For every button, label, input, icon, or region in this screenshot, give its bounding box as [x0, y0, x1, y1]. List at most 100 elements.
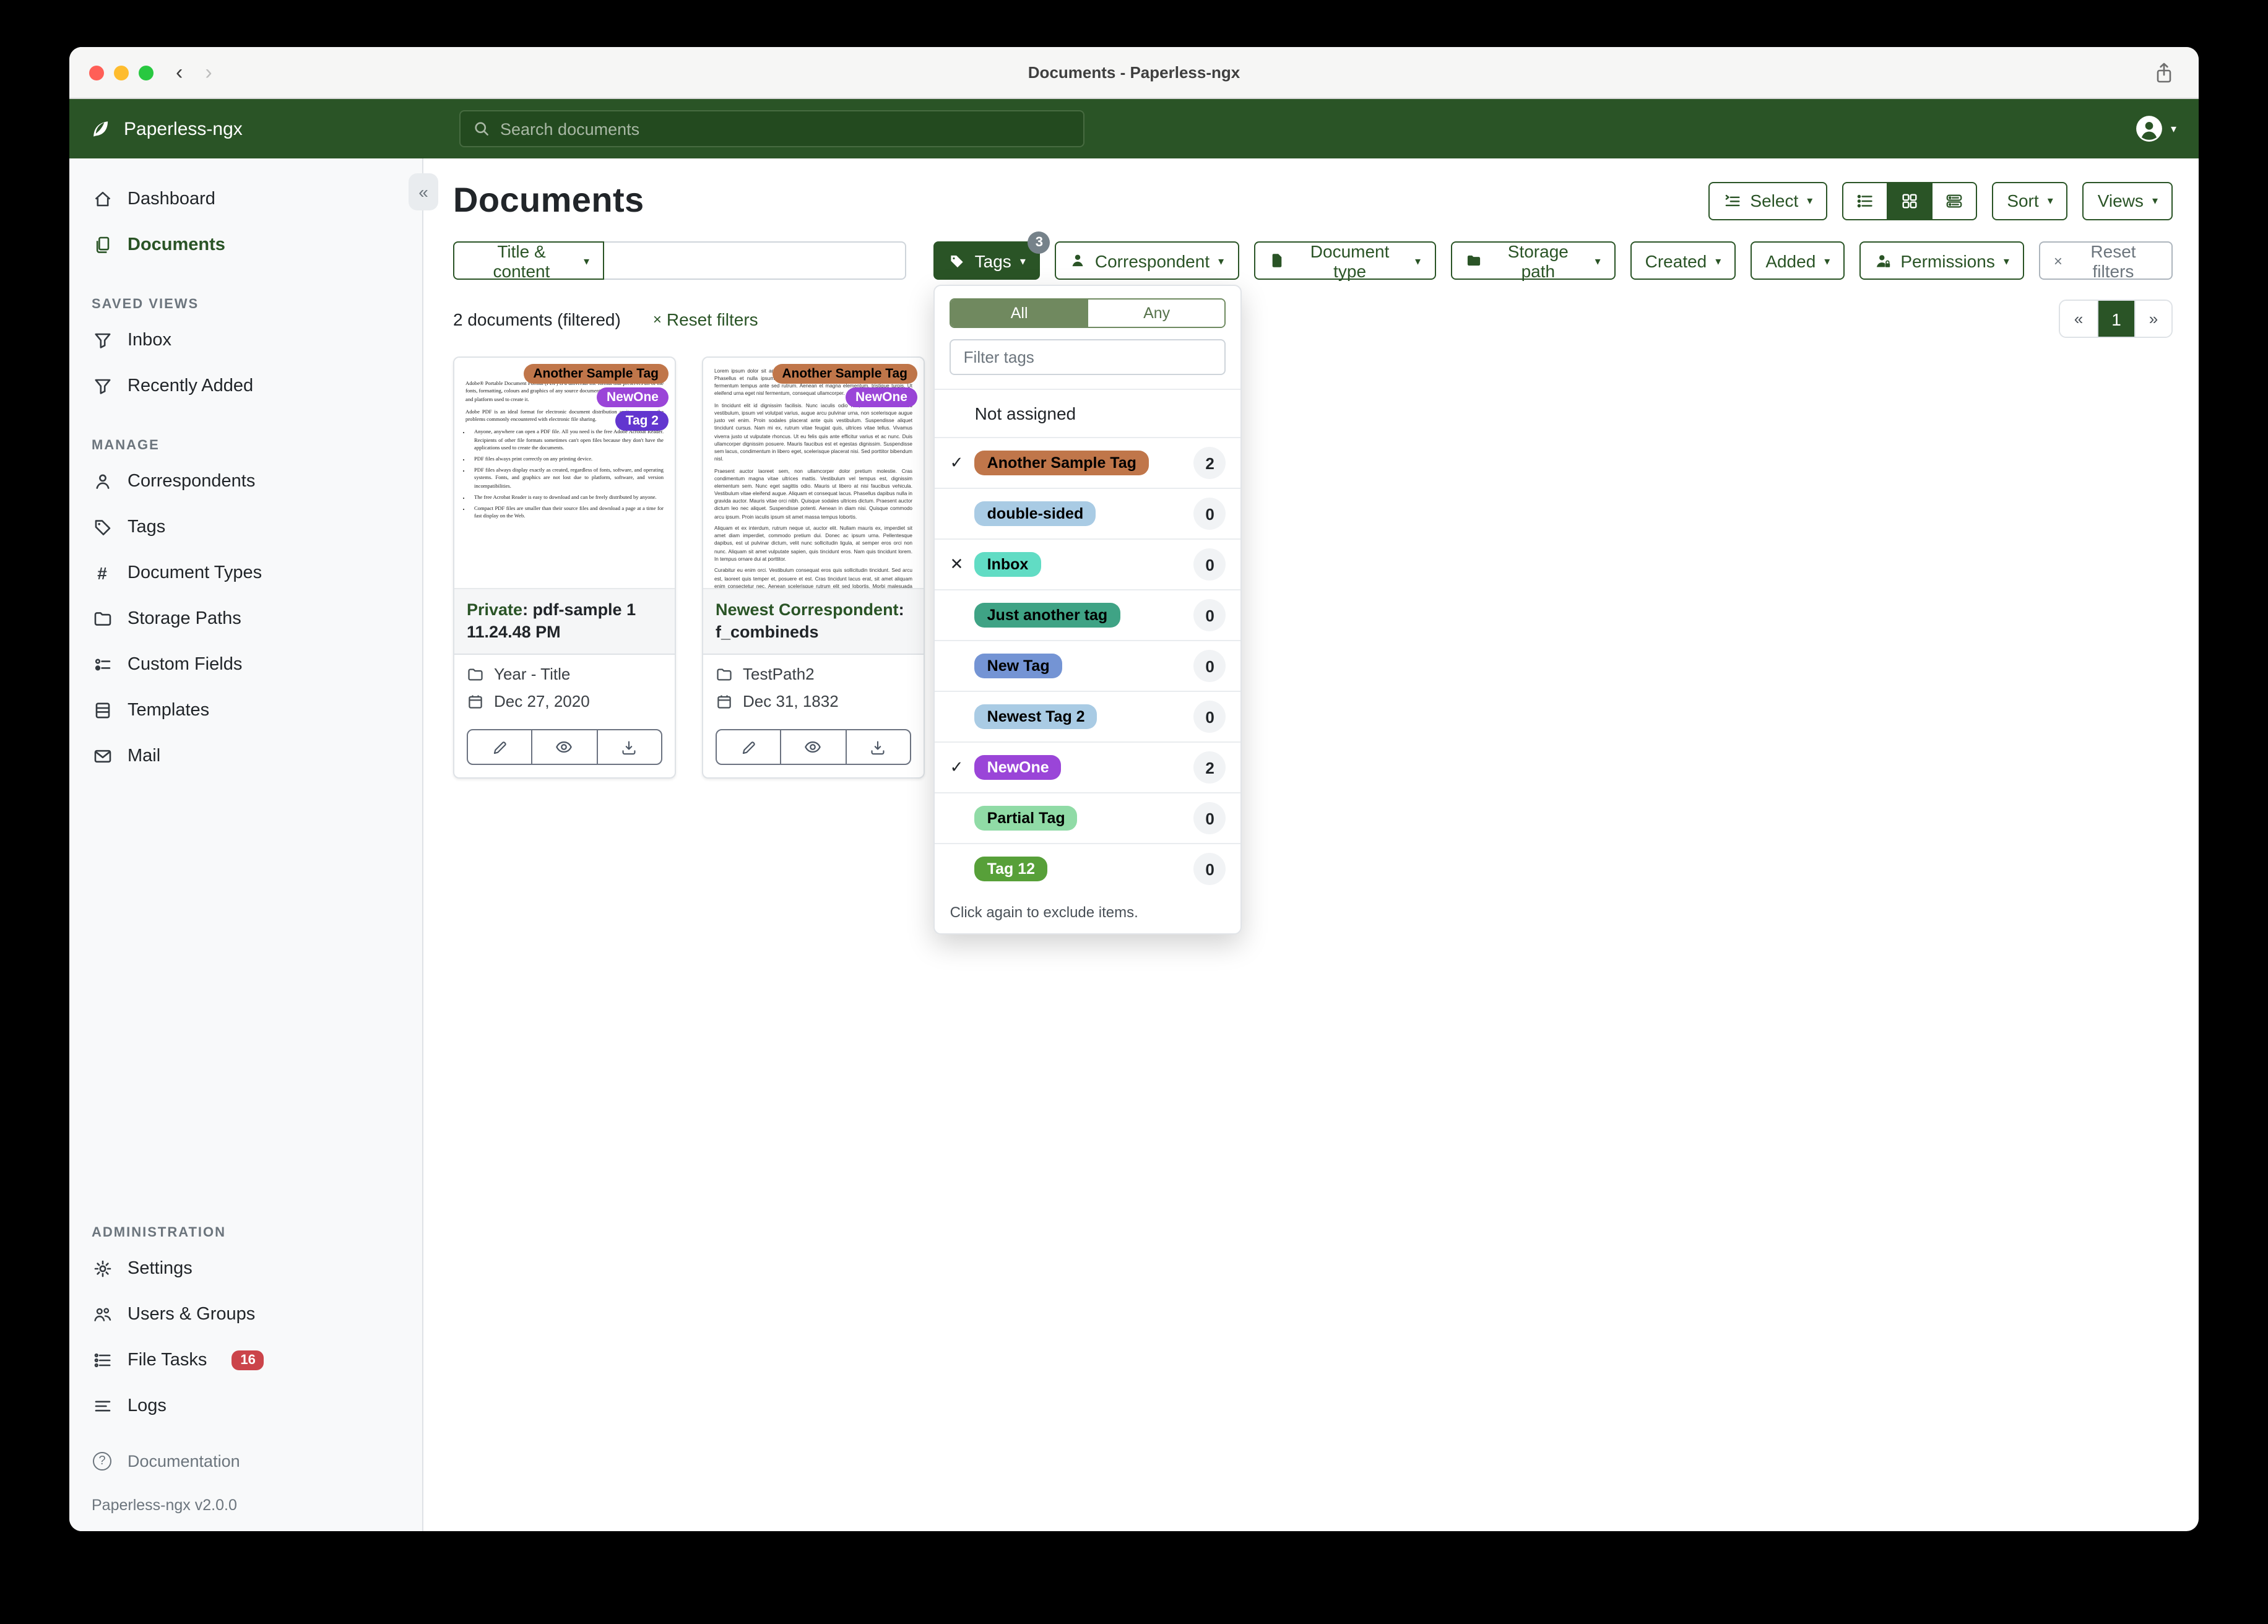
- app-body: Dashboard Documents SAVED VIEWS Inbox Re: [69, 158, 2199, 1531]
- tag-option-row[interactable]: ✕ Inbox 0: [935, 540, 1241, 590]
- custom-fields-icon: [92, 654, 113, 674]
- reset-filters-link[interactable]: × Reset filters: [653, 309, 758, 329]
- share-icon[interactable]: [2154, 62, 2174, 84]
- sidebar-collapse-button[interactable]: «: [409, 173, 438, 210]
- thumbnail-tags: Another Sample Tag NewOne Tag 2: [523, 364, 669, 431]
- created-date-row: Dec 31, 1832: [716, 693, 911, 711]
- brand-label: Paperless-ngx: [124, 118, 243, 139]
- document-title[interactable]: Private: pdf-sample 1 11.24.48 PM: [454, 588, 675, 654]
- search-input[interactable]: [500, 119, 1071, 138]
- chevron-down-icon: ▾: [1824, 254, 1830, 267]
- storage-path-filter-button[interactable]: Storage path ▾: [1450, 241, 1616, 280]
- document-thumbnail[interactable]: Adobe Acrobat PDF Files Adobe® Portable …: [454, 358, 675, 588]
- screenshot-stage: ‹ › Documents - Paperless-ngx Paperless-…: [0, 0, 2268, 1624]
- pagination-prev-button[interactable]: «: [2060, 301, 2097, 337]
- select-button[interactable]: Select ▾: [1708, 181, 1828, 220]
- back-icon[interactable]: ‹: [176, 60, 183, 85]
- sidebar-item-custom-fields[interactable]: Custom Fields: [69, 641, 422, 687]
- document-title[interactable]: Newest Correspondent: f_combineds: [703, 588, 924, 654]
- list-view-button[interactable]: [1842, 181, 1889, 220]
- global-search[interactable]: [459, 110, 1084, 147]
- sidebar-item-mail[interactable]: Mail: [69, 733, 422, 779]
- filter-tags-input[interactable]: [950, 339, 1226, 375]
- preview-button[interactable]: [780, 729, 847, 766]
- zoom-window-button[interactable]: [139, 65, 154, 80]
- close-window-button[interactable]: [89, 65, 104, 80]
- tag-pill[interactable]: NewOne: [845, 387, 917, 407]
- sidebar-item-correspondents[interactable]: Correspondents: [69, 458, 422, 504]
- thumb-paragraph: Curabitur eu enim orci. Vestibulum conse…: [714, 567, 912, 588]
- minimize-window-button[interactable]: [114, 65, 129, 80]
- tags-filter-button[interactable]: Tags ▾: [933, 241, 1041, 280]
- created-filter-button[interactable]: Created ▾: [1630, 241, 1736, 280]
- sidebar-item-document-types[interactable]: # Document Types: [69, 550, 422, 595]
- added-filter-button[interactable]: Added ▾: [1751, 241, 1845, 280]
- tag-option-row[interactable]: ✓ Another Sample Tag 2: [935, 438, 1241, 489]
- edit-button[interactable]: [716, 729, 782, 766]
- sidebar-item-label: Dashboard: [128, 189, 215, 209]
- select-list-icon: [1723, 191, 1741, 210]
- app-navbar: Paperless-ngx ▾: [69, 99, 2199, 158]
- tag-option-row[interactable]: double-sided 0: [935, 489, 1241, 540]
- pagination-page-1[interactable]: 1: [2097, 301, 2134, 337]
- document-card[interactable]: Lorem ipsum dolor sit amet, consectetur …: [702, 356, 925, 779]
- tag-option-row[interactable]: Newest Tag 2 0: [935, 692, 1241, 743]
- tags-logic-any[interactable]: Any: [1087, 300, 1225, 327]
- thumb-bullet: PDF files always print correctly on any …: [474, 456, 664, 464]
- sidebar-item-inbox[interactable]: Inbox: [69, 317, 422, 363]
- sidebar-item-logs[interactable]: Logs: [69, 1383, 422, 1428]
- preview-button[interactable]: [531, 729, 598, 766]
- permissions-filter-button[interactable]: Permissions ▾: [1859, 241, 2024, 280]
- tags-not-assigned-option[interactable]: Not assigned: [935, 390, 1241, 438]
- document-type-filter-button[interactable]: Document type ▾: [1253, 241, 1436, 280]
- sidebar-item-dashboard[interactable]: Dashboard: [69, 176, 422, 222]
- download-button[interactable]: [845, 729, 911, 766]
- title-content-input[interactable]: [604, 241, 907, 280]
- search-field-selector[interactable]: Title & content ▾: [453, 241, 605, 280]
- document-thumbnail[interactable]: Lorem ipsum dolor sit amet, consectetur …: [703, 358, 924, 588]
- brand[interactable]: Paperless-ngx: [69, 118, 423, 140]
- chevron-down-icon: ▾: [1415, 254, 1421, 267]
- file-icon: [1268, 253, 1284, 269]
- tag-pill[interactable]: Tag 2: [615, 411, 669, 431]
- edit-button[interactable]: [467, 729, 533, 766]
- sort-button[interactable]: Sort ▾: [1992, 181, 2068, 220]
- forward-icon: ›: [205, 60, 212, 84]
- sidebar-item-settings[interactable]: Settings: [69, 1245, 422, 1291]
- sidebar-item-label: Storage Paths: [128, 608, 241, 628]
- person-lock-icon: [1874, 252, 1892, 269]
- sidebar-item-templates[interactable]: Templates: [69, 687, 422, 733]
- tag-pill[interactable]: NewOne: [596, 387, 669, 407]
- tag-count: 0: [1193, 650, 1226, 682]
- documents-icon: [92, 235, 113, 254]
- sidebar-item-storage-paths[interactable]: Storage Paths: [69, 595, 422, 641]
- views-button[interactable]: Views ▾: [2082, 181, 2173, 220]
- tag-pill[interactable]: Another Sample Tag: [523, 364, 669, 384]
- sidebar-item-users-groups[interactable]: Users & Groups: [69, 1291, 422, 1337]
- sidebar-item-tags[interactable]: Tags: [69, 504, 422, 550]
- tags-logic-all[interactable]: All: [951, 300, 1088, 327]
- tag-option-row[interactable]: New Tag 0: [935, 641, 1241, 692]
- thumb-bullet: The free Acrobat Reader is easy to downl…: [474, 494, 664, 502]
- correspondent-filter-button[interactable]: Correspondent ▾: [1055, 241, 1239, 280]
- account-menu[interactable]: ▾: [2136, 115, 2176, 142]
- pagination-next-button[interactable]: »: [2134, 301, 2171, 337]
- sidebar-item-file-tasks[interactable]: File Tasks 16: [69, 1337, 422, 1383]
- tag-option-row[interactable]: Tag 12 0: [935, 844, 1241, 894]
- download-button[interactable]: [596, 729, 662, 766]
- document-card[interactable]: Adobe Acrobat PDF Files Adobe® Portable …: [453, 356, 676, 779]
- tag-option-row[interactable]: Just another tag 0: [935, 590, 1241, 641]
- thumb-paragraph: Praesent auctor laoreet sem, non ullamco…: [714, 467, 912, 520]
- tag-pill[interactable]: Another Sample Tag: [772, 364, 917, 384]
- tag-option-row[interactable]: Partial Tag 0: [935, 793, 1241, 844]
- tag-pill: Just another tag: [974, 603, 1120, 628]
- detail-view-button[interactable]: [1931, 181, 1978, 220]
- tag-option-row[interactable]: ✓ NewOne 2: [935, 743, 1241, 793]
- sidebar-item-documentation[interactable]: ? Documentation: [69, 1438, 422, 1484]
- folder-icon: [92, 608, 113, 628]
- sidebar-item-recently-added[interactable]: Recently Added: [69, 363, 422, 408]
- sidebar-item-documents[interactable]: Documents: [69, 222, 422, 267]
- grid-view-button[interactable]: [1887, 181, 1933, 220]
- avatar: [2136, 115, 2163, 142]
- reset-filters-button[interactable]: × Reset filters: [2038, 241, 2173, 280]
